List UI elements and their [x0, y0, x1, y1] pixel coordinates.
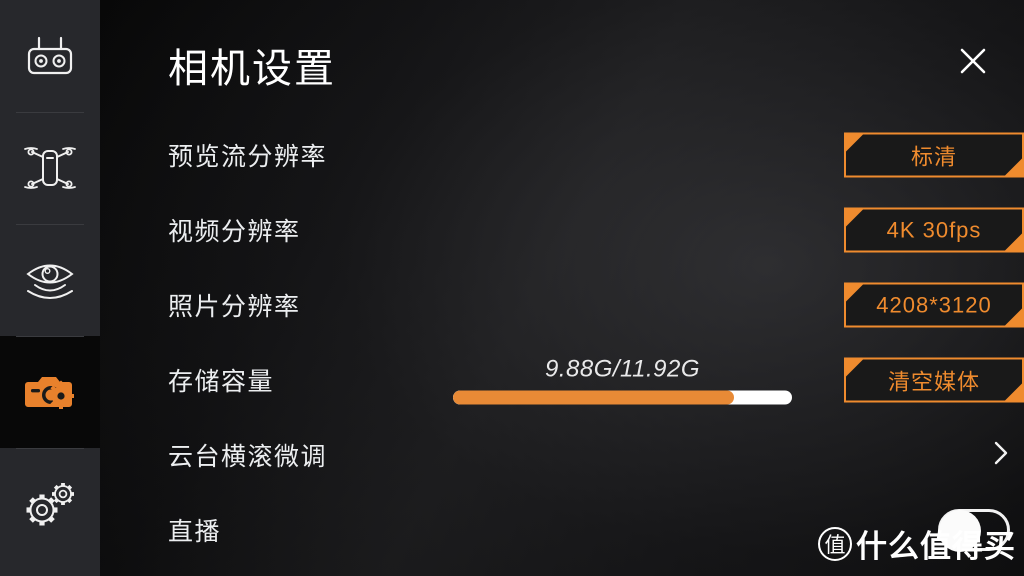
sidebar-divider: [16, 112, 84, 113]
photo-resolution-button[interactable]: 4208*3120: [844, 282, 1024, 328]
setting-label: 照片分辨率: [168, 293, 301, 321]
setting-value: 清空媒体: [887, 369, 980, 394]
setting-value: 4K 30fps: [886, 217, 982, 242]
live-streaming-toggle[interactable]: [938, 509, 1010, 552]
camera-gear-icon: [23, 370, 77, 414]
setting-row-gimbal-roll-fine-tune[interactable]: 云台横滚微调: [168, 426, 1024, 484]
gears-icon: [21, 479, 79, 529]
drone-icon: [22, 146, 78, 190]
setting-label: 视频分辨率: [168, 218, 301, 246]
sidebar: [0, 0, 100, 576]
remote-controller-icon: [25, 35, 75, 77]
corner-accent-icon: [846, 134, 863, 152]
storage-progress-track: [453, 390, 792, 405]
setting-row-photo-resolution: 照片分辨率 4208*3120: [168, 276, 1024, 334]
storage-meter: 9.88G/11.92G: [453, 356, 792, 405]
page-title: 相机设置: [168, 47, 336, 91]
setting-label: 预览流分辨率: [168, 143, 328, 171]
sidebar-item-aircraft[interactable]: [0, 112, 100, 224]
storage-usage-text: 9.88G/11.92G: [545, 355, 700, 383]
setting-row-preview-stream-resolution: 预览流分辨率 标清: [168, 126, 1024, 184]
preview-stream-resolution-button[interactable]: 标清: [844, 132, 1024, 178]
toggle-knob: [939, 510, 981, 552]
corner-accent-icon: [846, 209, 863, 227]
storage-progress-fill: [453, 390, 735, 405]
sidebar-item-remote-controller[interactable]: [0, 0, 100, 112]
corner-accent-icon: [1005, 158, 1022, 176]
setting-row-live-streaming: 直播: [168, 501, 1024, 559]
sidebar-divider: [16, 224, 84, 225]
setting-row-storage-capacity: 存储容量 9.88G/11.92G 清空媒体: [168, 351, 1024, 409]
setting-row-video-resolution: 视频分辨率 4K 30fps: [168, 201, 1024, 259]
sidebar-divider: [16, 448, 84, 449]
settings-panel: 相机设置 预览流分辨率 标清 视频分辨率 4K 30fps 照片分辨率 4208…: [100, 0, 1024, 576]
corner-accent-icon: [1005, 383, 1022, 401]
video-resolution-button[interactable]: 4K 30fps: [844, 207, 1024, 253]
setting-label: 直播: [168, 518, 222, 546]
camera-settings-screen: 相机设置 预览流分辨率 标清 视频分辨率 4K 30fps 照片分辨率 4208…: [0, 0, 1024, 576]
corner-accent-icon: [1005, 308, 1022, 326]
corner-accent-icon: [1005, 233, 1022, 251]
chevron-right-icon: [991, 439, 1011, 472]
setting-value: 标清: [910, 144, 957, 169]
eye-sensing-icon: [24, 258, 76, 302]
gimbal-roll-chevron-button[interactable]: [984, 438, 1018, 472]
clear-media-button[interactable]: 清空媒体: [844, 357, 1024, 403]
setting-label: 存储容量: [168, 368, 275, 396]
sidebar-item-general-settings[interactable]: [0, 448, 100, 560]
corner-accent-icon: [846, 359, 863, 377]
sidebar-item-camera-settings[interactable]: [0, 336, 100, 448]
close-button[interactable]: [950, 40, 996, 86]
sidebar-item-vision-sensing[interactable]: [0, 224, 100, 336]
setting-label: 云台横滚微调: [168, 443, 328, 471]
corner-accent-icon: [846, 284, 863, 302]
setting-value: 4208*3120: [876, 292, 992, 317]
sidebar-divider: [16, 336, 84, 337]
close-icon: [958, 46, 988, 81]
